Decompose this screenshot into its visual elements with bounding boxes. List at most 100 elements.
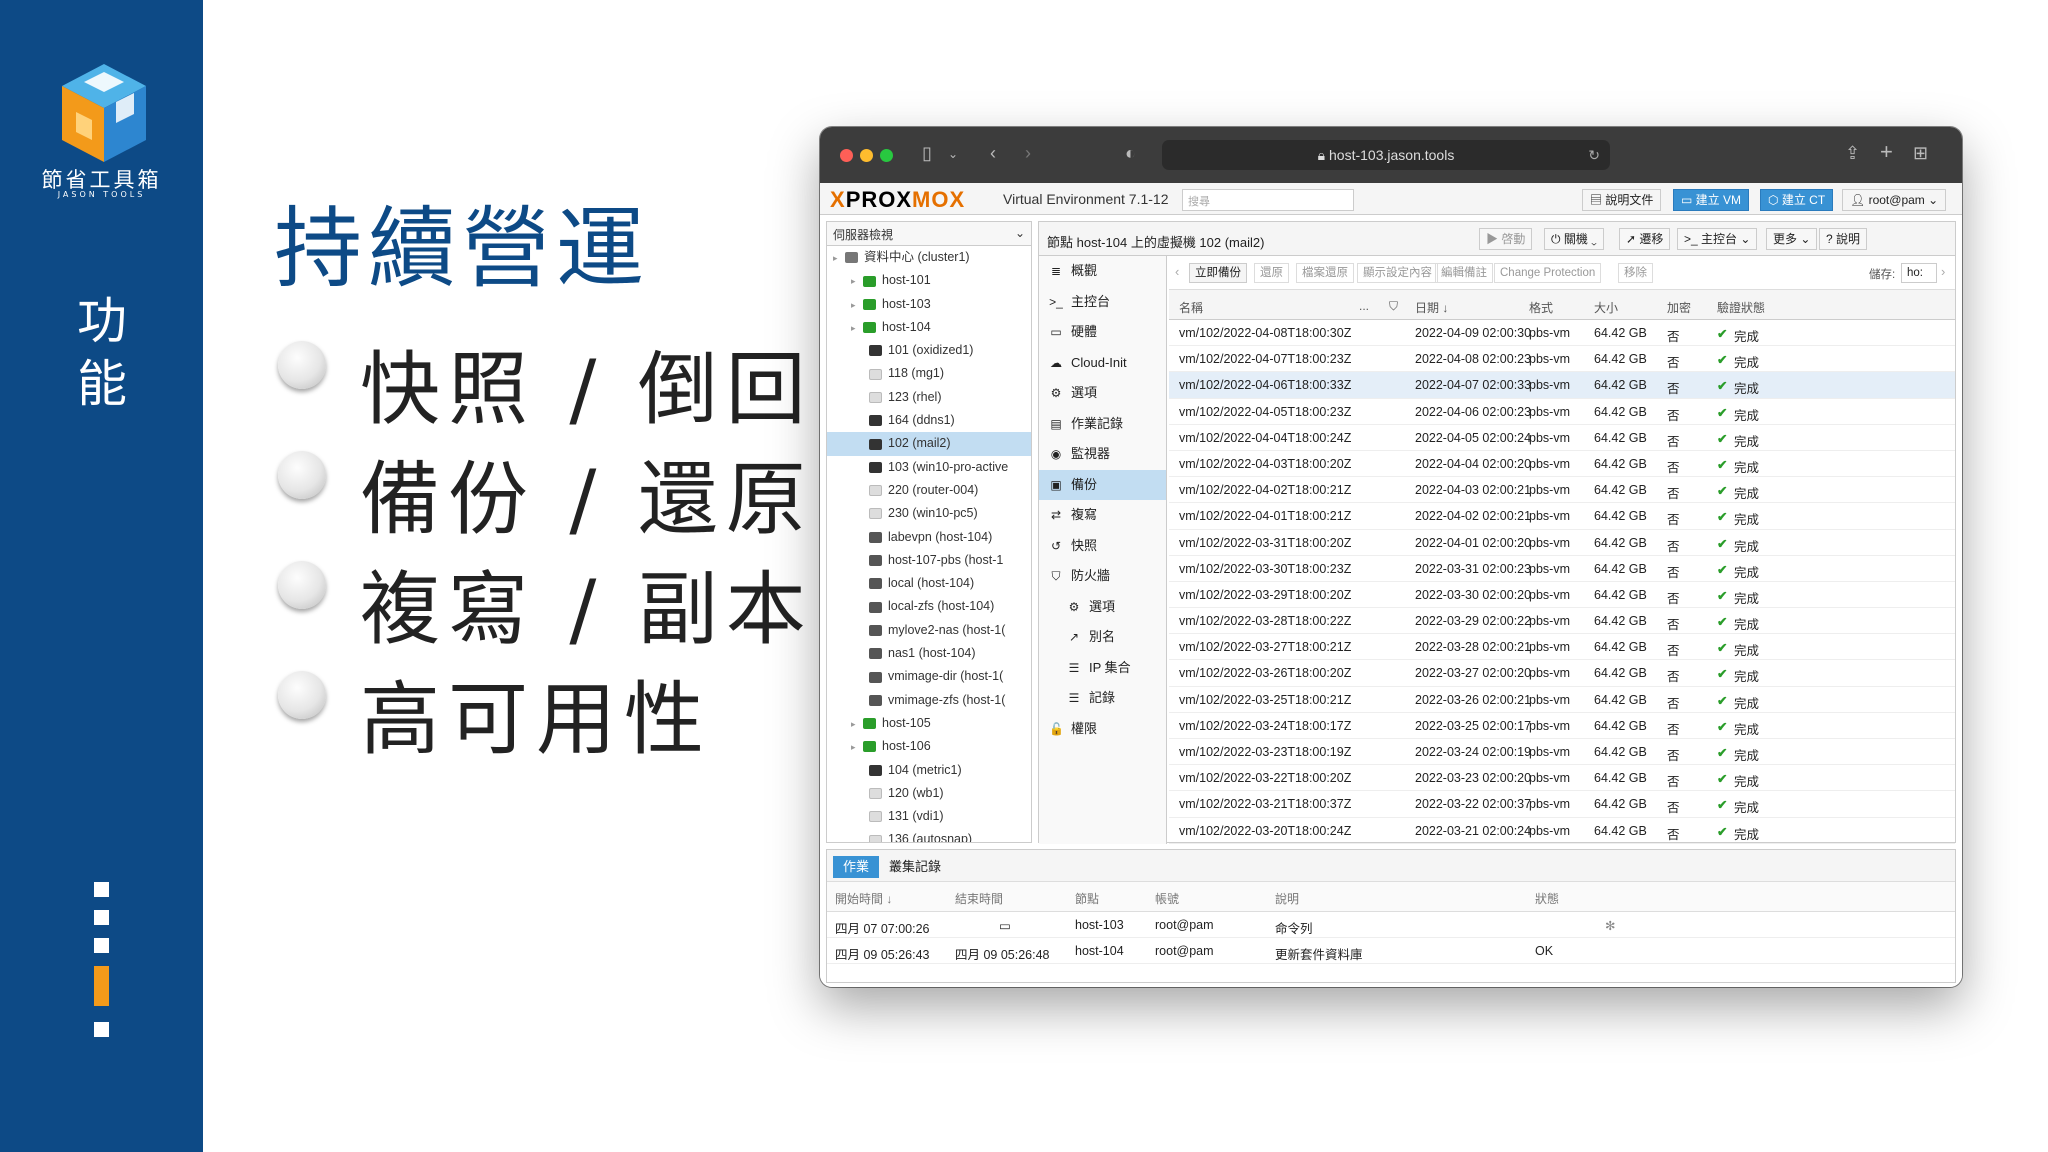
view-selector[interactable]: 伺服器檢視 ⌄ [827,222,1031,246]
create-vm-button[interactable]: ▭ 建立 VM [1673,189,1750,211]
table-row[interactable]: vm/102/2022-03-27T18:00:21Z 2022-03-28 02… [1169,634,1955,661]
tree-item[interactable]: 131 (vdi1) [827,805,1031,828]
table-row[interactable]: vm/102/2022-04-03T18:00:20Z 2022-04-04 02… [1169,451,1955,478]
menu-item[interactable]: ◉ 監視器 [1039,439,1166,470]
address-bar[interactable]: 🔒︎ host-103.jason.tools ↻ [1162,140,1610,170]
tab-tasks[interactable]: 作業 [833,856,880,878]
menu-item[interactable]: ⛉ 防火牆 [1039,561,1166,592]
tree-item[interactable]: 103 (win10-pro-active [827,456,1031,479]
sidebar-toggle-icon[interactable]: ▯ [922,143,932,164]
backup-now-button[interactable]: 立即備份 [1189,263,1247,283]
remove-button[interactable]: 移除 [1618,263,1653,283]
tree-item[interactable]: 118 (mg1) [827,362,1031,385]
table-row[interactable]: vm/102/2022-04-04T18:00:24Z 2022-04-05 02… [1169,425,1955,451]
forward-arrow-icon[interactable]: › [1025,143,1031,164]
table-row[interactable]: vm/102/2022-04-06T18:00:33Z 2022-04-07 02… [1169,372,1955,399]
migrate-button[interactable]: ➚ 遷移 [1619,228,1671,250]
table-row[interactable]: vm/102/2022-03-25T18:00:21Z 2022-03-26 02… [1169,687,1955,713]
close-window-button[interactable] [840,149,853,162]
menu-item[interactable]: ▣ 備份 [1039,469,1166,500]
tab-overview-icon[interactable]: ⊞ [1913,143,1928,164]
shutdown-button[interactable]: ⏻ 關機 ⌄ [1544,228,1604,250]
tree-item[interactable]: nas1 (host-104) [827,642,1031,665]
help-button[interactable]: ? 說明 [1819,228,1868,250]
table-row[interactable]: vm/102/2022-03-26T18:00:20Z 2022-03-27 02… [1169,660,1955,687]
table-row[interactable]: vm/102/2022-03-31T18:00:20Z 2022-04-01 02… [1169,530,1955,556]
tree-item[interactable]: local (host-104) [827,572,1031,595]
col-end-time[interactable]: 結束時間 [955,890,1003,907]
tree-item[interactable]: 220 (router-004) [827,479,1031,502]
more-button[interactable]: 更多 ⌄ [1766,228,1818,250]
zoom-window-button[interactable] [880,149,893,162]
col-date[interactable]: 日期 ↓ [1415,299,1448,316]
table-row[interactable]: 四月 07 07:00:26 host-103 root@pam 命令列 ▭ ✻ [827,912,1955,938]
tree-item[interactable]: ▸ host-105 [827,712,1031,735]
col-node[interactable]: 節點 [1075,890,1099,907]
table-row[interactable]: vm/102/2022-03-29T18:00:20Z 2022-03-30 02… [1169,582,1955,609]
share-icon[interactable]: ⇪ [1845,143,1860,164]
tree-item[interactable]: host-107-pbs (host-1 [827,549,1031,572]
col-format[interactable]: 格式 [1529,299,1553,316]
menu-item[interactable]: ⚙ 選項 [1039,378,1166,409]
tree-item[interactable]: 136 (autosnap) [827,828,1031,842]
col-name[interactable]: 名稱 [1179,299,1203,316]
col-encrypted[interactable]: 加密 [1667,299,1691,316]
slide-nav-dot[interactable] [94,910,109,925]
menu-item[interactable]: ☁ Cloud-Init [1039,348,1166,379]
edit-notes-button[interactable]: 編輯備註 [1435,263,1493,283]
tree-item[interactable]: ▸ host-103 [827,293,1031,316]
console-button[interactable]: >_ 主控台 ⌄ [1677,228,1758,250]
tree-item[interactable]: mylove2-nas (host-1( [827,619,1031,642]
menu-item[interactable]: 🔓 權限 [1039,714,1166,745]
expand-arrow-icon[interactable]: ▸ [851,294,863,316]
tree-item[interactable]: 123 (rhel) [827,386,1031,409]
menu-item[interactable]: ⚙ 選項 [1039,592,1166,623]
show-config-button[interactable]: 顯示設定內容 [1357,263,1438,283]
col-status[interactable]: 狀態 [1535,890,1559,907]
table-row[interactable]: vm/102/2022-04-01T18:00:21Z 2022-04-02 02… [1169,503,1955,530]
menu-item[interactable]: ☰ 記錄 [1039,683,1166,714]
tree-item[interactable]: 230 (win10-pc5) [827,502,1031,525]
expand-arrow-icon[interactable]: ▸ [851,736,863,758]
table-row[interactable]: vm/102/2022-04-05T18:00:23Z 2022-04-06 02… [1169,399,1955,425]
table-row[interactable]: vm/102/2022-03-20T18:00:24Z 2022-03-21 02… [1169,818,1955,844]
user-menu-button[interactable]: 👤︎ root@pam ⌄ [1842,189,1947,211]
tree-item[interactable]: 104 (metric1) [827,759,1031,782]
new-tab-icon[interactable]: + [1880,139,1893,165]
menu-item[interactable]: ▭ 硬體 [1039,317,1166,348]
menu-item[interactable]: ☰ IP 集合 [1039,653,1166,684]
table-row[interactable]: vm/102/2022-03-22T18:00:20Z 2022-03-23 02… [1169,765,1955,792]
menu-item[interactable]: ↺ 快照 [1039,531,1166,562]
col-dots[interactable]: ... [1359,299,1369,313]
file-restore-button[interactable]: 檔案還原 [1296,263,1354,283]
tree-item[interactable]: local-zfs (host-104) [827,595,1031,618]
col-size[interactable]: 大小 [1594,299,1618,316]
shield-icon[interactable]: ◐ [1125,143,1136,164]
col-start-time[interactable]: 開始時間 ↓ [835,890,892,907]
table-row[interactable]: vm/102/2022-03-21T18:00:37Z 2022-03-22 02… [1169,791,1955,818]
storage-select[interactable]: ho: [1901,263,1937,283]
slide-nav-dot[interactable] [94,882,109,897]
tree-item[interactable]: vmimage-dir (host-1( [827,665,1031,688]
restore-button[interactable]: 還原 [1254,263,1289,283]
tree-item[interactable]: vmimage-zfs (host-1( [827,689,1031,712]
start-button[interactable]: ▶ 啓動 [1479,228,1533,250]
col-verify[interactable]: 驗證狀態 [1717,299,1765,316]
chevron-right-icon[interactable]: › [1941,264,1945,279]
col-description[interactable]: 說明 [1275,890,1299,907]
menu-item[interactable]: ▤ 作業記錄 [1039,409,1166,440]
slide-nav-dot[interactable] [94,938,109,953]
tree-item[interactable]: 102 (mail2) [827,432,1031,456]
chevron-down-icon[interactable]: ⌄ [948,147,958,161]
table-row[interactable]: vm/102/2022-04-02T18:00:21Z 2022-04-03 02… [1169,477,1955,504]
tree-item[interactable]: 120 (wb1) [827,782,1031,805]
menu-item[interactable]: >_ 主控台 [1039,287,1166,318]
tab-cluster-log[interactable]: 叢集記錄 [879,856,951,878]
tree-item[interactable]: ▸ host-106 [827,735,1031,758]
col-user[interactable]: 帳號 [1155,890,1179,907]
tree-item[interactable]: 101 (oxidized1) [827,339,1031,362]
tree-item[interactable]: ▸ host-104 [827,316,1031,339]
table-row[interactable]: 四月 09 05:26:43 四月 09 05:26:48 host-104 root… [827,938,1955,964]
table-row[interactable]: vm/102/2022-03-28T18:00:22Z 2022-03-29 02… [1169,608,1955,635]
menu-item[interactable]: ↗ 別名 [1039,622,1166,653]
